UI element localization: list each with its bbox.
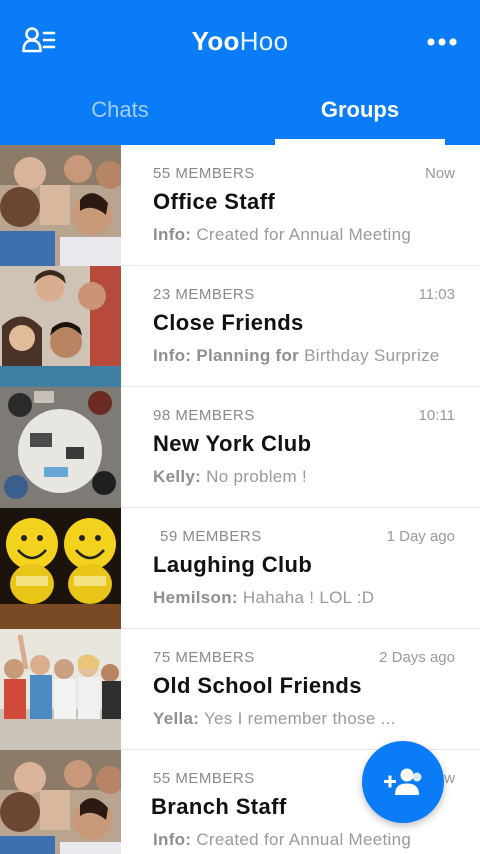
group-row[interactable]: 98 MEMBERS 10:11 New York Club Kelly: No… — [0, 387, 480, 508]
member-count: 55 MEMBERS — [153, 770, 255, 787]
add-group-button[interactable] — [362, 741, 444, 823]
last-message-preview: Kelly: No problem ! — [153, 467, 307, 487]
app-title: YooHoo — [0, 26, 480, 57]
tab-groups[interactable]: Groups — [240, 84, 480, 145]
message-text: Created for Annual Meeting — [196, 225, 412, 244]
group-row[interactable]: 23 MEMBERS 11:03 Close Friends Info: Pla… — [0, 266, 480, 387]
member-count: 98 MEMBERS — [153, 407, 255, 424]
member-count: 55 MEMBERS — [153, 165, 255, 182]
group-avatar — [0, 266, 121, 387]
group-avatar — [0, 750, 121, 854]
tab-bar: Chats Groups — [0, 84, 480, 145]
group-avatar — [0, 629, 121, 750]
app-bar: YooHoo Chats Groups — [0, 0, 480, 145]
last-message-preview: Info: Created for Annual Meeting — [153, 225, 411, 245]
last-message-preview: Info: Planning for Birthday Surprize — [153, 346, 440, 366]
add-group-icon — [384, 768, 422, 795]
member-count: 23 MEMBERS — [153, 286, 255, 303]
group-name: Office Staff — [153, 189, 276, 214]
message-text: Birthday Surprize — [304, 346, 440, 365]
group-name: Close Friends — [153, 310, 304, 335]
member-count: 75 MEMBERS — [153, 649, 255, 666]
message-text: Hahaha ! LOL :D — [242, 588, 375, 607]
message-sender: Yella: — [153, 709, 200, 728]
group-avatar — [0, 387, 121, 508]
message-text: No problem ! — [206, 467, 308, 486]
group-avatar — [0, 145, 121, 266]
last-activity-time: Now — [424, 165, 455, 182]
last-activity-time: 10:11 — [418, 407, 455, 424]
top-bar: YooHoo — [0, 0, 480, 84]
message-sender: Info: — [153, 225, 192, 244]
last-activity-time: 1 Day ago — [386, 528, 455, 545]
last-message-preview: Yella: Yes I remember those ... — [153, 709, 396, 729]
group-name: New York Club — [153, 431, 312, 456]
message-sender: Info: — [153, 830, 192, 849]
group-row[interactable]: 75 MEMBERS 2 Days ago Old School Friends… — [0, 629, 480, 750]
last-activity-time: 11:03 — [418, 286, 455, 303]
group-row[interactable]: 59 MEMBERS 1 Day ago Laughing Club Hemil… — [0, 508, 480, 629]
group-name: Old School Friends — [153, 673, 362, 698]
group-name: Branch Staff — [151, 794, 287, 819]
group-row[interactable]: 55 MEMBERS Now Office Staff Info: Create… — [0, 145, 480, 266]
group-name: Laughing Club — [153, 552, 313, 577]
message-sender: Hemilson: — [153, 588, 238, 607]
message-text: Yes I remember those ... — [203, 709, 396, 728]
last-activity-time: 2 Days ago — [379, 649, 455, 666]
group-avatar — [0, 508, 121, 629]
message-text: Created for Annual Meeting — [196, 830, 412, 849]
more-horizontal-icon[interactable] — [426, 30, 458, 54]
message-sender: Kelly: — [153, 467, 202, 486]
last-message-preview: Hemilson: Hahaha ! LOL :D — [153, 588, 374, 608]
tab-chats[interactable]: Chats — [0, 84, 240, 145]
app-title-bold: Yoo — [191, 26, 240, 56]
member-count: 59 MEMBERS — [160, 528, 262, 545]
app-title-light: Hoo — [239, 26, 289, 56]
last-message-preview: Info: Created for Annual Meeting — [153, 830, 411, 850]
message-sender: Info: Planning for — [153, 346, 300, 365]
